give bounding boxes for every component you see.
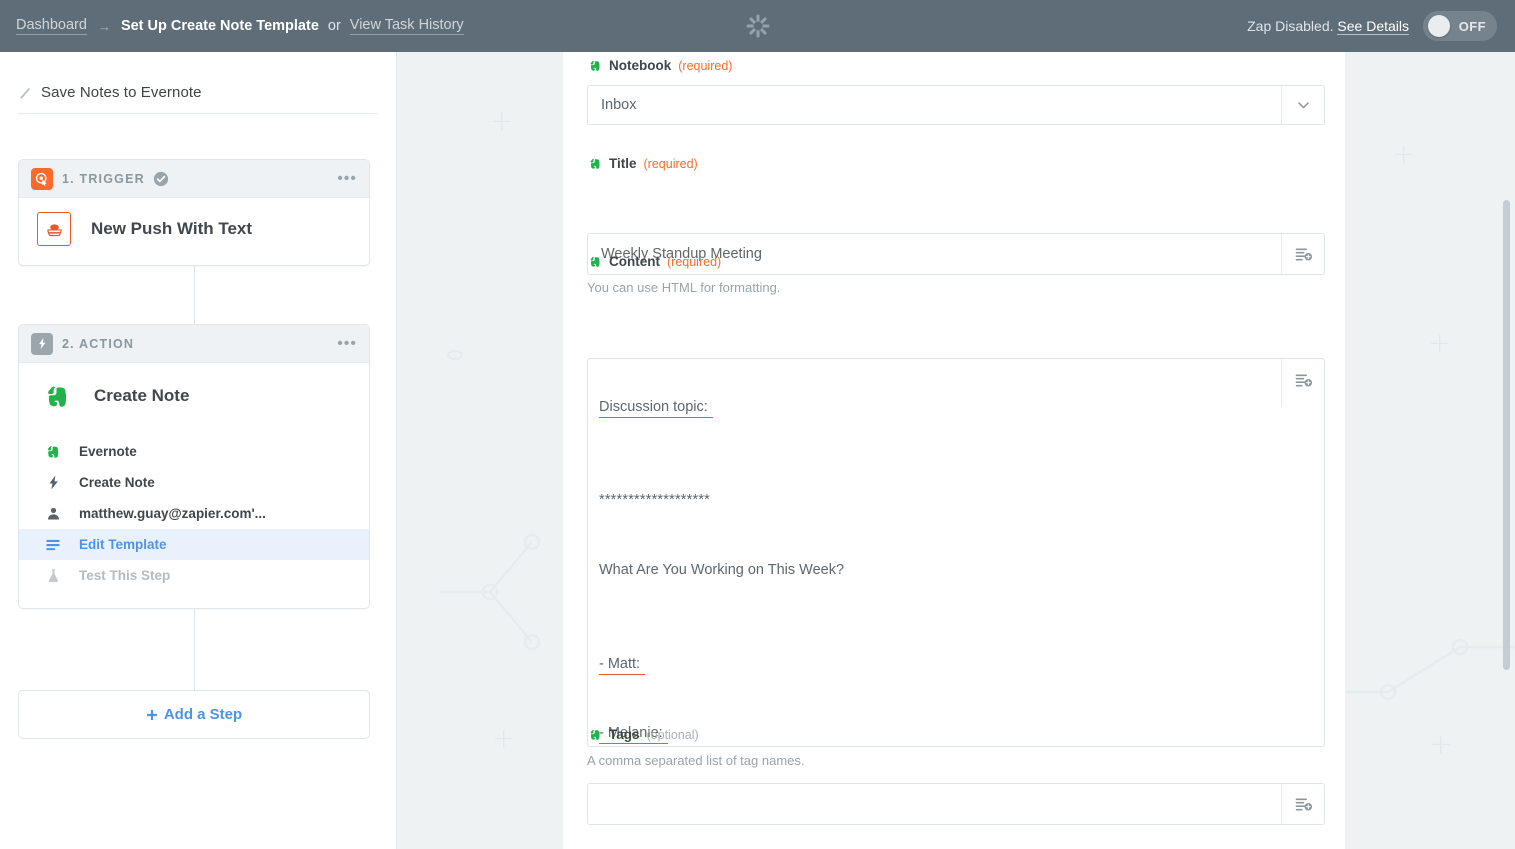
zap-steps-sidebar: Save Notes to Evernote Add a note 1. TRI… xyxy=(0,52,397,849)
field-help-content: You can use HTML for formatting. xyxy=(587,280,780,295)
zap-disabled-label: Zap Disabled. xyxy=(1247,18,1333,34)
template-lines-icon xyxy=(44,537,62,553)
step-menu-icon[interactable]: ••• xyxy=(337,171,357,187)
evernote-elephant-icon xyxy=(41,379,75,413)
evernote-elephant-icon xyxy=(589,157,602,170)
insert-field-icon[interactable] xyxy=(1281,234,1324,274)
content-line: What Are You Working on This Week? xyxy=(599,562,844,578)
substep-edit-template[interactable]: Edit Template xyxy=(19,529,369,560)
field-label-tags: Tags (optional) xyxy=(589,727,699,742)
zap-name-label: Save Notes to Evernote xyxy=(41,84,202,101)
add-a-step-button[interactable]: Add a Step xyxy=(18,690,370,739)
step-connector-line xyxy=(194,609,195,691)
toggle-state-label: OFF xyxy=(1459,19,1486,34)
zapier-logo-icon xyxy=(745,13,771,39)
tags-input[interactable] xyxy=(587,783,1325,825)
page-body: + + + + + xyxy=(0,52,1515,849)
evernote-elephant-icon xyxy=(44,444,62,459)
insert-field-icon[interactable] xyxy=(1281,784,1324,824)
breadcrumb: Dashboard → Set Up Create Note Template … xyxy=(16,0,464,52)
page-scrollbar[interactable] xyxy=(1503,200,1510,670)
substep-evernote[interactable]: Evernote xyxy=(19,436,369,467)
lightning-bolt-icon xyxy=(31,333,53,355)
substep-label: Evernote xyxy=(79,444,137,459)
step-number-label: 2. ACTION xyxy=(62,337,134,351)
watermark-circle-icon xyxy=(447,350,463,360)
check-circle-icon xyxy=(153,171,169,187)
insert-field-icon[interactable] xyxy=(1281,359,1324,406)
person-icon xyxy=(44,506,62,521)
step-body-action: Create Note Evernote xyxy=(19,363,369,605)
action-app-title: Create Note xyxy=(94,386,189,406)
field-name: Notebook xyxy=(609,58,671,73)
evernote-elephant-icon xyxy=(589,59,602,72)
field-requirement: (required) xyxy=(678,59,732,73)
watermark-plus-icon: + xyxy=(1429,730,1452,758)
field-requirement: (optional) xyxy=(647,728,699,742)
evernote-elephant-icon xyxy=(589,255,602,268)
toggle-knob xyxy=(1428,15,1450,37)
watermark-node-diagram xyxy=(440,492,560,697)
field-requirement: (required) xyxy=(667,255,721,269)
action-app-row[interactable]: Create Note xyxy=(19,375,369,417)
substep-create-note[interactable]: Create Note xyxy=(19,467,369,498)
zap-name-row[interactable]: Save Notes to Evernote xyxy=(18,80,378,114)
step-header-action: 2. ACTION ••• xyxy=(19,325,369,363)
step-card-action[interactable]: 2. ACTION ••• Create Note xyxy=(18,324,370,609)
notebook-select[interactable]: Inbox xyxy=(587,85,1325,125)
substep-test-this-step[interactable]: Test This Step xyxy=(19,560,369,591)
field-label-title: Title (required) xyxy=(589,156,698,171)
step-header-trigger: 1. TRIGGER ••• xyxy=(19,160,369,198)
breadcrumb-arrow-icon: → xyxy=(98,19,110,34)
add-a-step-label: Add a Step xyxy=(164,706,242,723)
step-body-trigger: New Push With Text xyxy=(19,198,369,264)
field-label-content: Content (required) xyxy=(589,254,721,269)
content-line: - Matt: xyxy=(599,656,640,672)
lightning-bolt-icon xyxy=(44,475,62,490)
evernote-elephant-icon xyxy=(589,728,602,741)
trigger-target-icon xyxy=(31,168,53,190)
field-name: Content xyxy=(609,254,660,269)
chevron-down-icon[interactable] xyxy=(1281,86,1324,124)
substep-label: Edit Template xyxy=(79,537,167,552)
step-card-trigger[interactable]: 1. TRIGGER ••• New Push Wi xyxy=(18,159,370,266)
content-textarea-text[interactable]: Discussion topic: ******************* Wh… xyxy=(588,359,1281,746)
zap-status-text: Zap Disabled. See Details xyxy=(1247,18,1409,34)
breadcrumb-dashboard-link[interactable]: Dashboard xyxy=(16,17,87,35)
field-name: Title xyxy=(609,156,637,171)
field-name: Tags xyxy=(609,727,640,742)
top-navigation-bar: Dashboard → Set Up Create Note Template … xyxy=(0,0,1515,52)
plus-icon xyxy=(146,709,158,721)
content-line: ******************* xyxy=(599,492,710,508)
breadcrumb-or-text: or xyxy=(328,18,341,34)
watermark-plus-icon: + xyxy=(490,107,513,135)
content-line: Discussion topic: xyxy=(599,399,708,415)
topbar-right-controls: Zap Disabled. See Details OFF xyxy=(1247,0,1497,52)
step-number-label: 1. TRIGGER xyxy=(62,172,145,186)
watermark-plus-icon: + xyxy=(1428,329,1451,357)
pushbullet-push-icon xyxy=(37,212,71,246)
substep-label: Create Note xyxy=(79,475,155,490)
pencil-icon xyxy=(18,86,32,100)
zap-enable-toggle[interactable]: OFF xyxy=(1423,11,1497,41)
flask-icon xyxy=(44,568,62,583)
field-help-tags: A comma separated list of tag names. xyxy=(587,753,805,768)
see-details-link[interactable]: See Details xyxy=(1337,18,1409,35)
field-requirement: (required) xyxy=(644,157,698,171)
trigger-app-title: New Push With Text xyxy=(91,219,252,239)
substep-label: Test This Step xyxy=(79,568,170,583)
substep-label: matthew.guay@zapier.com'... xyxy=(79,506,266,521)
step-menu-icon[interactable]: ••• xyxy=(337,336,357,352)
substep-account[interactable]: matthew.guay@zapier.com'... xyxy=(19,498,369,529)
watermark-plus-icon: + xyxy=(492,724,515,752)
trigger-app-row[interactable]: New Push With Text xyxy=(19,208,369,250)
notebook-value: Inbox xyxy=(588,86,1281,124)
breadcrumb-task-history-link[interactable]: View Task History xyxy=(350,17,464,35)
breadcrumb-current-page: Set Up Create Note Template xyxy=(121,18,319,34)
content-textarea[interactable]: Discussion topic: ******************* Wh… xyxy=(587,358,1325,747)
field-label-notebook: Notebook (required) xyxy=(589,58,732,73)
watermark-plus-icon: + xyxy=(1392,140,1415,168)
tags-value[interactable] xyxy=(588,784,1281,824)
watermark-node-diagram xyxy=(1340,572,1515,717)
